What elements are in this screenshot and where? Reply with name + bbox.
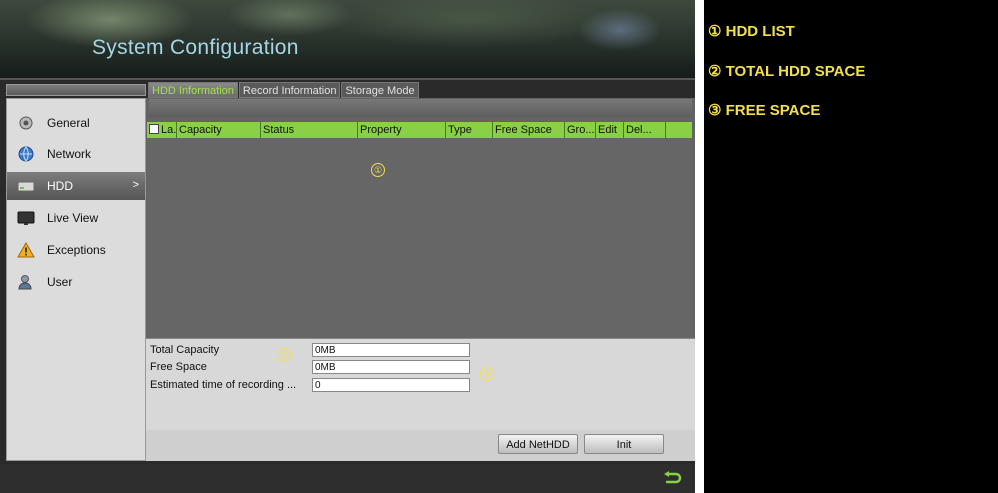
- free-space-field: 0MB: [312, 360, 470, 374]
- action-bar: Add NetHDD Init: [146, 430, 695, 461]
- legend-item-hdd-list: ① HDD LIST: [708, 23, 795, 40]
- total-capacity-label: Total Capacity: [150, 344, 220, 356]
- panel-toolbar-strip: [149, 99, 692, 117]
- user-icon: [17, 274, 35, 290]
- sidebar-item-label: Live View: [47, 211, 99, 225]
- callout-legend: ① HDD LIST ② TOTAL HDD SPACE ③ FREE SPAC…: [704, 0, 998, 493]
- sidebar-item-label: Network: [47, 147, 92, 161]
- init-button[interactable]: Init: [584, 434, 664, 454]
- tab-bar: HDD Information Record Information Stora…: [148, 82, 420, 98]
- sidebar-item-general[interactable]: General: [7, 109, 145, 137]
- tab-record-information[interactable]: Record Information: [238, 82, 341, 98]
- sidebar-item-label: HDD: [47, 179, 73, 193]
- estimated-recording-field: 0: [312, 378, 470, 392]
- column-header-capacity[interactable]: Capacity: [177, 122, 261, 138]
- callout-marker-2: ②: [277, 348, 291, 362]
- chevron-right-icon: >: [132, 179, 139, 191]
- legend-item-free-space: ③ FREE SPACE: [708, 102, 821, 119]
- column-header-group[interactable]: Gro...: [565, 122, 596, 138]
- column-header-label[interactable]: La...: [147, 122, 177, 138]
- hdd-information-panel: La... Capacity Status Property Type Free…: [146, 98, 695, 461]
- camera-settings-icon: [17, 115, 35, 131]
- select-all-checkbox[interactable]: [149, 124, 159, 134]
- sidebar-item-user[interactable]: User: [7, 268, 145, 296]
- sidebar-item-label: Exceptions: [47, 243, 106, 257]
- hdd-list[interactable]: ①: [147, 138, 692, 338]
- tab-storage-mode[interactable]: Storage Mode: [341, 82, 419, 98]
- sidebar-item-exceptions[interactable]: Exceptions: [7, 236, 145, 264]
- page-title: System Configuration: [92, 36, 299, 59]
- monitor-icon: [17, 210, 35, 226]
- callout-marker-1: ①: [371, 163, 385, 177]
- estimated-recording-label: Estimated time of recording ...: [150, 379, 297, 391]
- legend-item-total-hdd-space: ② TOTAL HDD SPACE: [708, 63, 866, 80]
- free-space-label: Free Space: [150, 361, 207, 373]
- sidebar-item-label: General: [47, 116, 90, 130]
- hdd-table-header: La... Capacity Status Property Type Free…: [147, 122, 692, 138]
- column-header-free-space[interactable]: Free Space: [493, 122, 565, 138]
- column-header-status[interactable]: Status: [261, 122, 358, 138]
- globe-icon: [17, 146, 35, 162]
- column-header-delete[interactable]: Del...: [624, 122, 666, 138]
- sidebar-item-hdd[interactable]: HDD >: [7, 172, 145, 200]
- sidebar-item-live-view[interactable]: Live View: [7, 204, 145, 232]
- sidebar-item-network[interactable]: Network: [7, 140, 145, 168]
- bottom-bar: [0, 464, 695, 493]
- column-header-edit[interactable]: Edit: [596, 122, 624, 138]
- sidebar-item-label: User: [47, 275, 73, 289]
- dvr-config-window: System Configuration HDD Information Rec…: [0, 0, 695, 493]
- hdd-icon: [17, 178, 35, 194]
- back-arrow-icon[interactable]: [661, 470, 683, 488]
- warning-icon: [17, 242, 35, 258]
- column-header-property[interactable]: Property: [358, 122, 446, 138]
- column-header-type[interactable]: Type: [446, 122, 493, 138]
- header-banner: System Configuration: [0, 0, 695, 78]
- sidebar: General Network HDD > Live View Exceptio…: [6, 98, 146, 461]
- tab-hdd-information[interactable]: HDD Information: [148, 82, 238, 98]
- add-nethdd-button[interactable]: Add NetHDD: [498, 434, 578, 454]
- header-divider: [0, 78, 695, 80]
- sidebar-header-strip: [6, 84, 146, 96]
- total-capacity-field: 0MB: [312, 343, 470, 357]
- callout-marker-3: ③: [480, 367, 494, 381]
- storage-summary: Total Capacity 0MB Free Space 0MB Estima…: [146, 338, 695, 431]
- column-header-spacer: [666, 122, 692, 138]
